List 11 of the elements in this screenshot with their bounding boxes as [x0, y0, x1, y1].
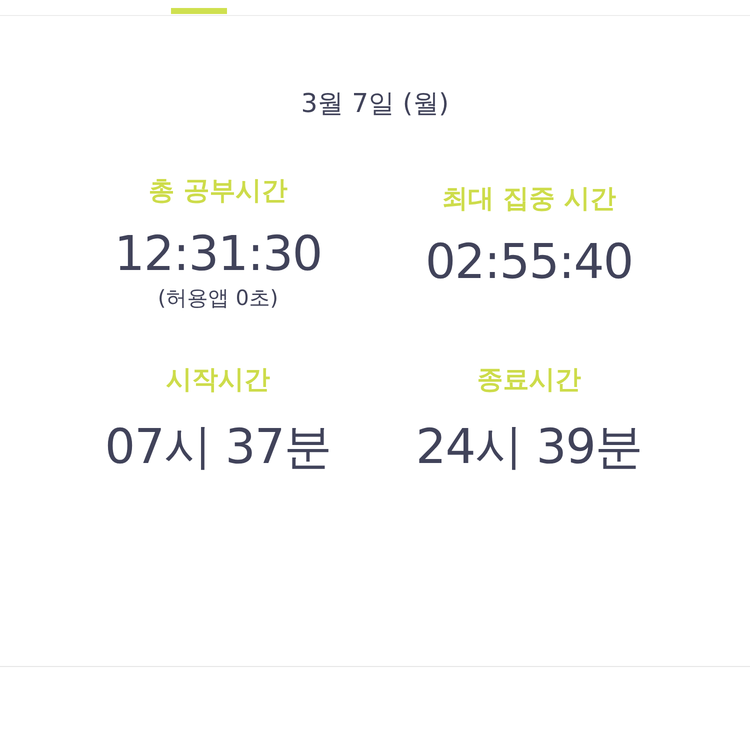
stat-label: 시작시간 — [166, 364, 270, 397]
stat-label: 총 공부시간 — [148, 175, 288, 208]
stat-value: 12:31:30 — [114, 226, 322, 282]
stat-label: 종료시간 — [477, 364, 581, 397]
stat-value: 02:55:40 — [425, 234, 633, 290]
stat-value: 07시 37분 — [104, 418, 332, 477]
date-heading: 3월 7일 (월) — [300, 88, 450, 121]
stat-label: 최대 집중 시간 — [442, 183, 616, 216]
stat-value: 24시 39분 — [416, 418, 642, 477]
stat-note: (허용앱 0초) — [158, 285, 278, 312]
tab-indicator — [171, 8, 227, 14]
